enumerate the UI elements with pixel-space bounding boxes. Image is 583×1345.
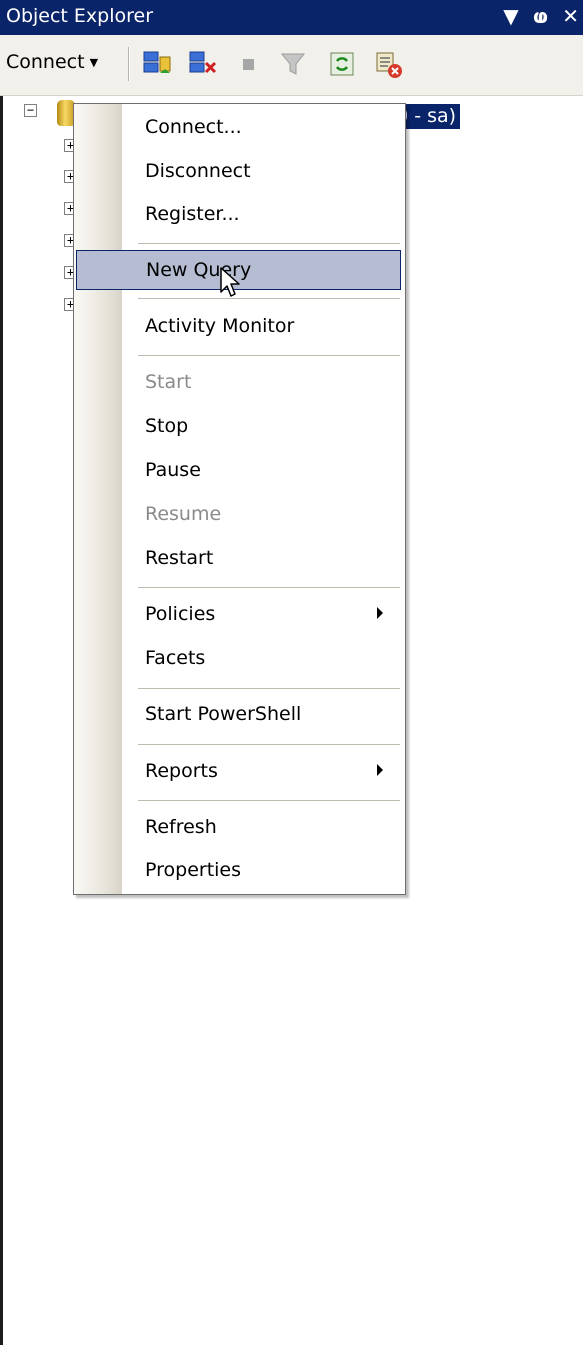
menu-item-label: Refresh — [145, 816, 217, 838]
panel-titlebar: Object Explorer ▼ ⱷ ✕ — [0, 0, 583, 35]
mouse-pointer-icon — [220, 267, 240, 297]
connect-dropdown-button[interactable]: Connect ▼ — [6, 51, 98, 73]
menu-item-label: Start — [145, 371, 192, 393]
pin-icon[interactable]: ⱷ — [533, 3, 549, 29]
menu-separator — [138, 587, 400, 588]
menu-item-label: Connect... — [145, 116, 242, 138]
menu-separator — [138, 688, 400, 689]
stop-icon[interactable] — [236, 49, 262, 79]
chevron-down-icon: ▼ — [89, 56, 99, 69]
disconnect-icon[interactable] — [188, 49, 220, 79]
menu-item-label: Activity Monitor — [145, 315, 295, 337]
menu-item-facets[interactable]: Facets — [76, 639, 401, 679]
menu-item-label: Reports — [145, 760, 218, 782]
toolbar-separator — [128, 47, 130, 81]
menu-item-label: Policies — [145, 603, 216, 625]
panel-title-buttons: ▼ ⱷ ✕ — [503, 3, 579, 29]
menu-separator — [138, 243, 400, 244]
submenu-arrow-icon — [377, 764, 383, 776]
close-icon[interactable]: ✕ — [562, 3, 579, 29]
menu-item-label: Resume — [145, 503, 222, 525]
menu-item-label: Stop — [145, 415, 189, 437]
collapse-toggle-server[interactable]: − — [24, 104, 37, 117]
menu-item-disconnect[interactable]: Disconnect — [76, 152, 401, 192]
menu-separator — [138, 800, 400, 801]
menu-item-connect[interactable]: Connect... — [76, 108, 401, 148]
menu-item-stop[interactable]: Stop — [76, 407, 401, 447]
menu-item-label: Properties — [145, 859, 242, 881]
menu-item-resume: Resume — [76, 495, 401, 535]
object-explorer-toolbar: Connect ▼ — [0, 35, 583, 96]
window-position-icon[interactable]: ▼ — [503, 3, 518, 29]
refresh-icon[interactable] — [327, 49, 357, 79]
menu-item-policies[interactable]: Policies — [76, 595, 401, 635]
server-context-menu: Connect... Disconnect Register... New Qu… — [73, 103, 406, 895]
menu-item-label: Facets — [145, 647, 206, 669]
menu-item-label: Restart — [145, 547, 214, 569]
menu-separator — [138, 355, 400, 356]
menu-item-reports[interactable]: Reports — [76, 752, 401, 792]
menu-separator — [138, 298, 400, 299]
connect-label: Connect — [6, 51, 85, 73]
menu-item-start: Start — [76, 363, 401, 403]
menu-item-restart[interactable]: Restart — [76, 539, 401, 579]
object-explorer-window: Object Explorer ▼ ⱷ ✕ Connect ▼ − 00 - s… — [0, 0, 583, 1345]
menu-item-pause[interactable]: Pause — [76, 451, 401, 491]
menu-item-start-powershell[interactable]: Start PowerShell — [76, 695, 401, 735]
panel-title: Object Explorer — [6, 5, 154, 27]
menu-item-label: Disconnect — [145, 160, 251, 182]
menu-item-label: Register... — [145, 203, 240, 225]
menu-item-register[interactable]: Register... — [76, 195, 401, 235]
menu-separator — [138, 744, 400, 745]
connect-object-explorer-icon[interactable] — [142, 49, 174, 79]
menu-item-properties[interactable]: Properties — [76, 851, 401, 891]
cancel-icon[interactable] — [371, 49, 405, 81]
menu-item-refresh[interactable]: Refresh — [76, 808, 401, 848]
menu-item-activity-monitor[interactable]: Activity Monitor — [76, 307, 401, 347]
submenu-arrow-icon — [377, 607, 383, 619]
menu-item-label: Start PowerShell — [145, 703, 302, 725]
menu-item-label: Pause — [145, 459, 201, 481]
filter-icon[interactable] — [278, 49, 308, 79]
